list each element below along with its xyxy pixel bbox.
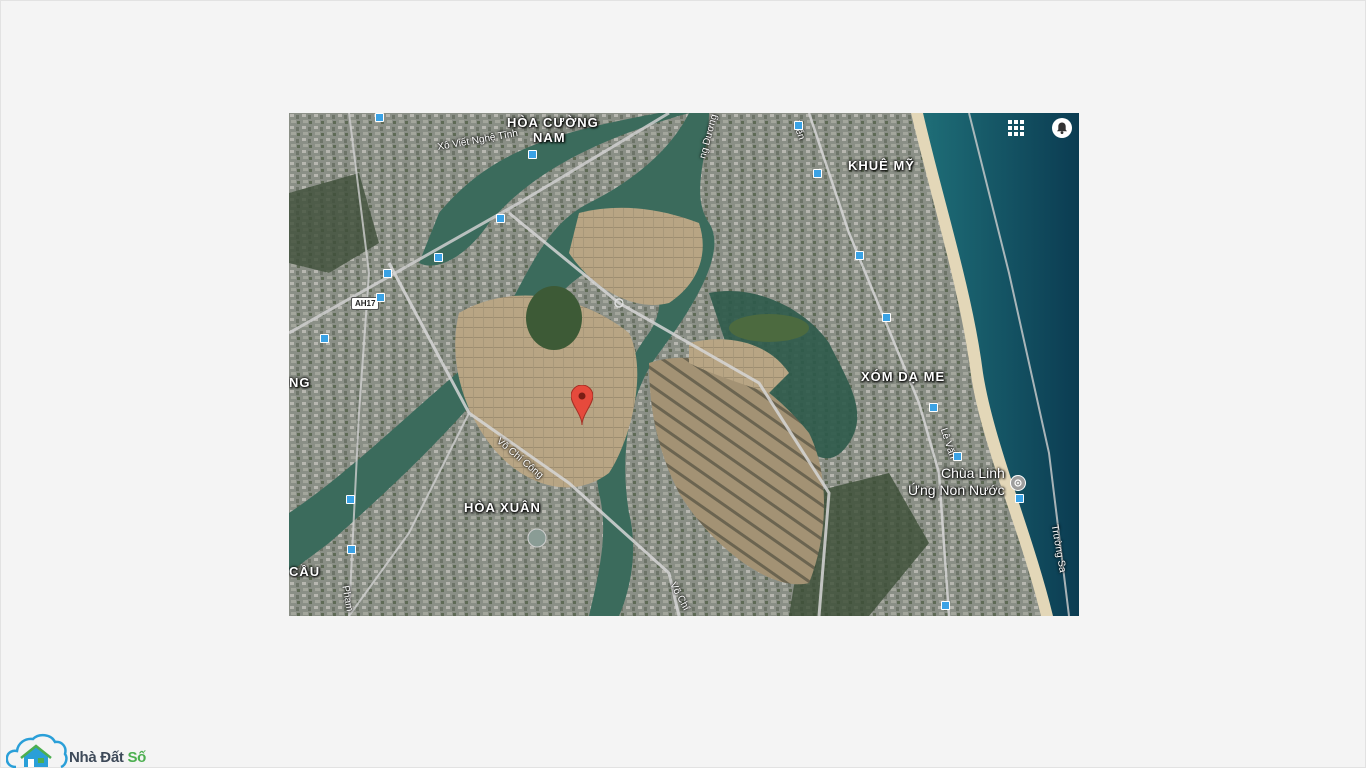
bus-stop-icon xyxy=(346,495,355,504)
poi-name-line2: Ứng Non Nước xyxy=(908,482,1005,498)
cloud-house-icon xyxy=(6,733,68,768)
apps-grid-icon[interactable] xyxy=(1008,120,1026,138)
map-imagery xyxy=(289,113,1079,616)
brand-name-part1: Nhà Đất xyxy=(69,749,124,766)
label-khue-my: KHUÊ MỸ xyxy=(848,158,915,173)
label-nam: NAM xyxy=(533,130,566,145)
bus-stop-icon xyxy=(1015,494,1024,503)
poi-name-line1: Chùa Linh xyxy=(941,465,1005,481)
bus-stop-icon xyxy=(375,113,384,122)
bus-stop-icon xyxy=(320,334,329,343)
brand-logo[interactable]: Nhà Đất Số xyxy=(6,731,166,768)
brand-name-part2: Số xyxy=(127,749,147,766)
bus-stop-icon xyxy=(882,313,891,322)
bus-stop-icon xyxy=(941,601,950,610)
map-pin-icon[interactable] xyxy=(570,384,594,427)
brand-name: Nhà Đất Số xyxy=(69,749,146,766)
bus-stop-icon xyxy=(794,121,803,130)
bus-stop-icon xyxy=(813,169,822,178)
satellite-map[interactable]: HÒA CƯỜNG NAM KHUÊ MỸ XÓM DẠ ME HÒA XUÂN… xyxy=(289,113,1079,616)
bus-stop-icon xyxy=(496,214,505,223)
notifications-bell-icon[interactable] xyxy=(1052,118,1072,138)
bus-stop-icon xyxy=(528,150,537,159)
poi-chua-linh-ung[interactable]: Chùa Linh Ứng Non Nước xyxy=(908,465,1005,499)
label-edge-cau: CẦU xyxy=(289,564,321,579)
label-edge-ng: NG xyxy=(289,375,311,390)
bus-stop-icon xyxy=(434,253,443,262)
bus-stop-icon xyxy=(953,452,962,461)
temple-icon[interactable] xyxy=(1010,475,1026,491)
bus-stop-icon xyxy=(929,403,938,412)
label-xom-da-me: XÓM DẠ ME xyxy=(861,369,946,384)
bus-stop-icon xyxy=(347,545,356,554)
bus-stop-icon xyxy=(855,251,864,260)
bus-stop-icon xyxy=(383,269,392,278)
label-hoa-xuan: HÒA XUÂN xyxy=(464,500,541,515)
label-hoa-cuong: HÒA CƯỜNG xyxy=(507,115,599,130)
bus-stop-icon xyxy=(376,293,385,302)
